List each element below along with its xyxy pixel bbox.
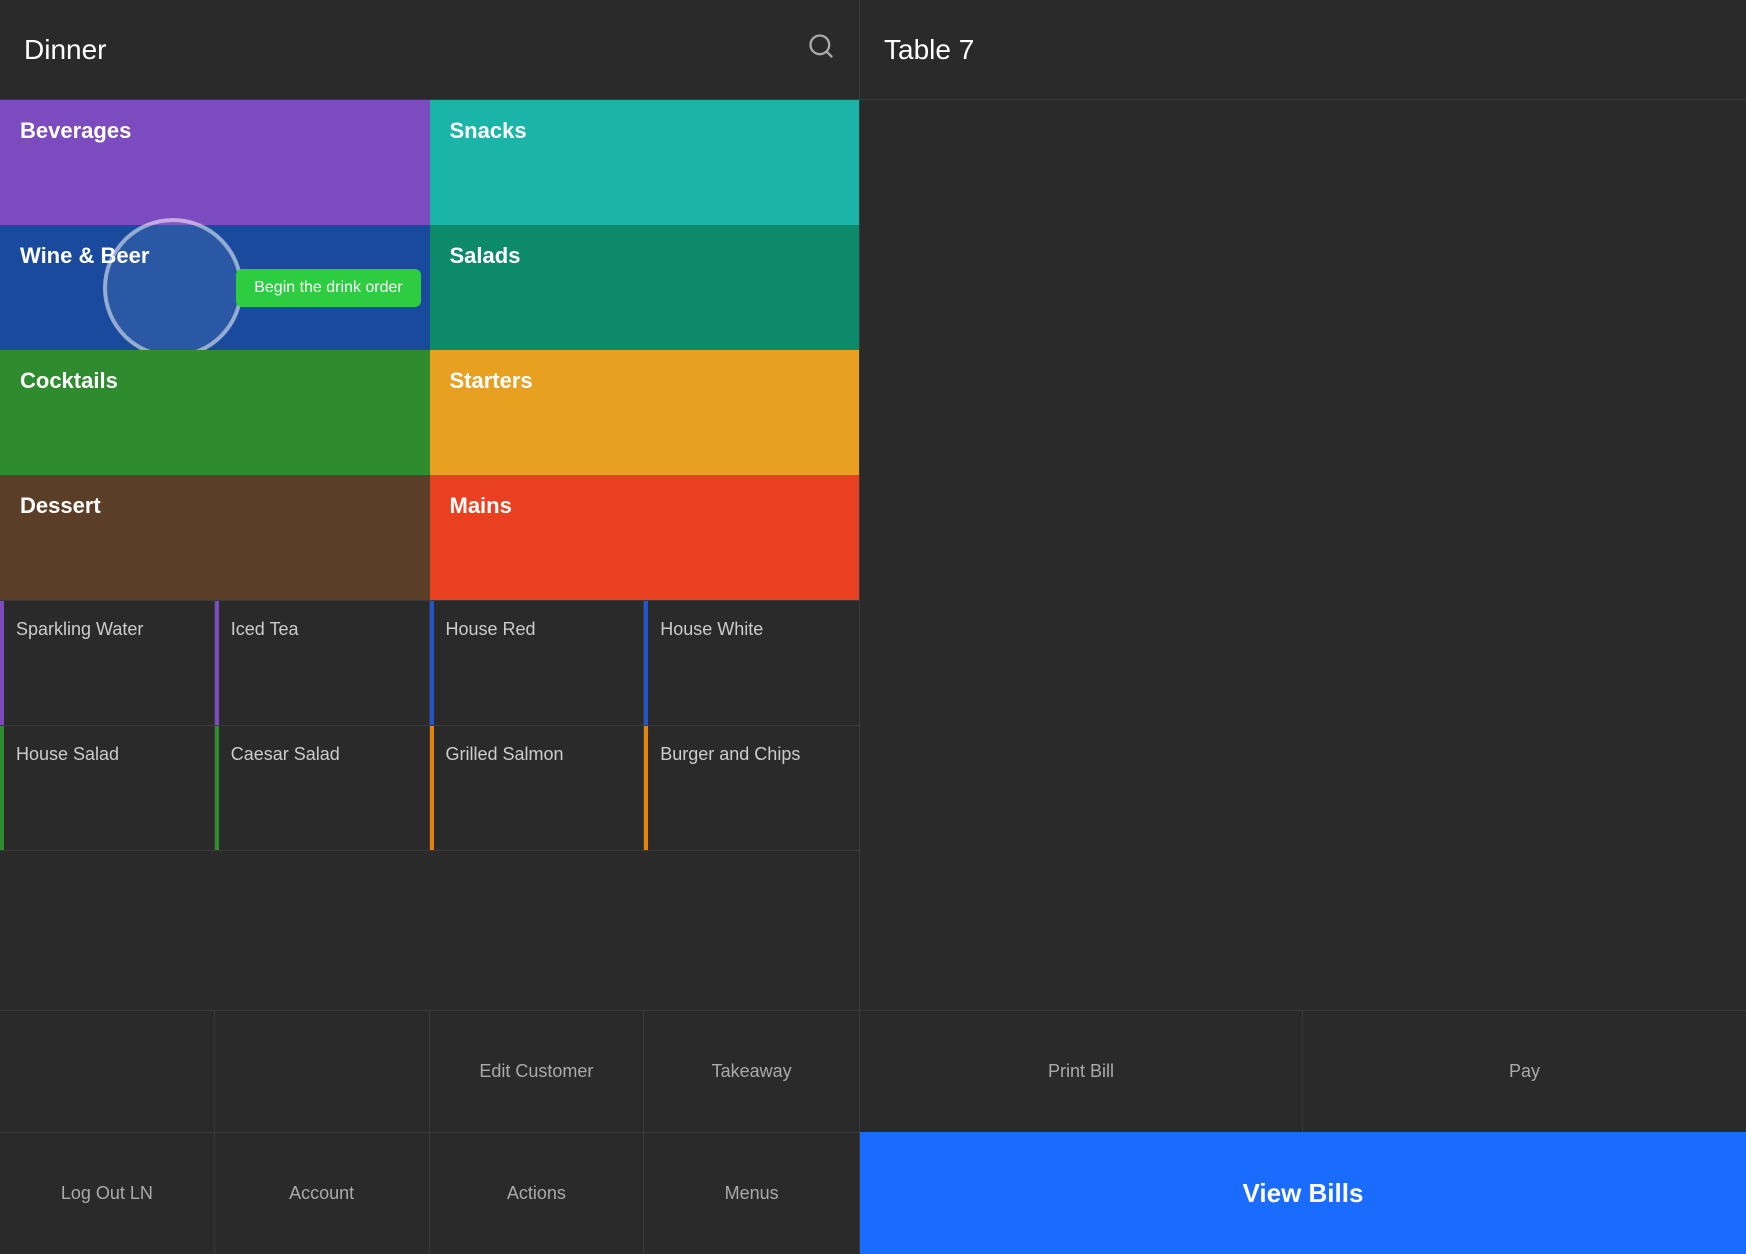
takeaway-button[interactable]: Takeaway [644, 1011, 859, 1132]
menus-button[interactable]: Menus [644, 1133, 859, 1254]
bill-row: Print Bill Pay [860, 1010, 1746, 1132]
category-wine-beer[interactable]: Wine & Beer Begin the drink order [0, 225, 430, 350]
category-snacks-label: Snacks [450, 118, 527, 144]
empty-cell-2 [215, 1011, 430, 1132]
category-mains-label: Mains [450, 493, 512, 519]
right-header: Table 7 [860, 0, 1746, 100]
left-panel: Dinner Beverages Snacks Wine & Beer Begi… [0, 0, 860, 1254]
main-container: Dinner Beverages Snacks Wine & Beer Begi… [0, 0, 1746, 1254]
log-out-button[interactable]: Log Out LN [0, 1133, 215, 1254]
right-panel: Table 7 Print Bill Pay View Bills [860, 0, 1746, 1254]
edit-customer-button[interactable]: Edit Customer [430, 1011, 645, 1132]
view-bills-button[interactable]: View Bills [860, 1132, 1746, 1254]
left-header: Dinner [0, 0, 859, 100]
category-cocktails-label: Cocktails [20, 368, 118, 394]
bottom-nav-row: Log Out LN Account Actions Menus [0, 1132, 859, 1254]
item-house-salad[interactable]: House Salad [0, 726, 215, 851]
item-house-white[interactable]: House White [644, 601, 859, 726]
item-house-red[interactable]: House Red [430, 601, 645, 726]
pay-button[interactable]: Pay [1303, 1011, 1746, 1132]
item-burger-and-chips[interactable]: Burger and Chips [644, 726, 859, 851]
item-caesar-salad[interactable]: Caesar Salad [215, 726, 430, 851]
category-wine-beer-label: Wine & Beer [20, 243, 149, 269]
category-snacks[interactable]: Snacks [430, 100, 860, 225]
category-beverages[interactable]: Beverages [0, 100, 430, 225]
category-dessert[interactable]: Dessert [0, 475, 430, 600]
edit-row: Edit Customer Takeaway [0, 1010, 859, 1132]
category-beverages-label: Beverages [20, 118, 131, 144]
item-iced-tea[interactable]: Iced Tea [215, 601, 430, 726]
item-sparkling-water[interactable]: Sparkling Water [0, 601, 215, 726]
category-mains[interactable]: Mains [430, 475, 860, 600]
begin-drink-order-button[interactable]: Begin the drink order [236, 269, 421, 307]
page-title: Dinner [24, 34, 106, 66]
category-grid: Beverages Snacks Wine & Beer Begin the d… [0, 100, 859, 600]
right-content [860, 100, 1746, 1010]
item-grid: Sparkling Water Iced Tea House Red House… [0, 600, 859, 851]
search-button[interactable] [807, 32, 835, 67]
print-bill-button[interactable]: Print Bill [860, 1011, 1303, 1132]
category-dessert-label: Dessert [20, 493, 101, 519]
wine-beer-circle-highlight [103, 218, 243, 358]
bottom-area: Edit Customer Takeaway Log Out LN Accoun… [0, 851, 859, 1254]
category-cocktails[interactable]: Cocktails [0, 350, 430, 475]
category-salads-label: Salads [450, 243, 521, 269]
account-button[interactable]: Account [215, 1133, 430, 1254]
category-salads[interactable]: Salads [430, 225, 860, 350]
item-grilled-salmon[interactable]: Grilled Salmon [430, 726, 645, 851]
table-title: Table 7 [884, 34, 974, 66]
empty-cell-1 [0, 1011, 215, 1132]
category-starters-label: Starters [450, 368, 533, 394]
actions-button[interactable]: Actions [430, 1133, 645, 1254]
right-bottom: Print Bill Pay View Bills [860, 1010, 1746, 1254]
category-starters[interactable]: Starters [430, 350, 860, 475]
